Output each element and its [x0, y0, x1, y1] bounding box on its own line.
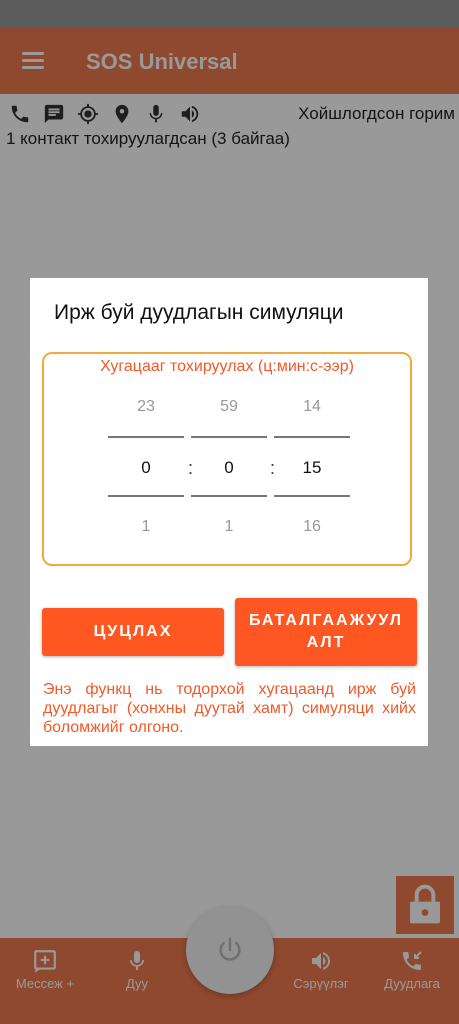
confirm-button[interactable]: БАТАЛГААЖУУЛАЛТ — [235, 598, 417, 666]
hours-value[interactable]: 0 — [108, 458, 184, 478]
seconds-value[interactable]: 15 — [274, 458, 350, 478]
dialog-description: Энэ функц нь тодорхой хугацаанд ирж буй … — [43, 681, 416, 736]
minutes-prev[interactable]: 59 — [191, 398, 267, 416]
dialog-title: Ирж буй дуудлагын симуляци — [54, 301, 344, 324]
seconds-prev[interactable]: 14 — [274, 398, 350, 416]
hours-prev[interactable]: 23 — [108, 398, 184, 416]
time-picker: Хугацааг тохируулах (ц:мин:с-ээр) 23 0 1… — [42, 352, 412, 566]
hours-next[interactable]: 1 — [108, 518, 184, 536]
cancel-button[interactable]: ЦУЦЛАХ — [42, 608, 224, 656]
status-bar — [0, 0, 459, 28]
minutes-value[interactable]: 0 — [191, 458, 267, 478]
seconds-next[interactable]: 16 — [274, 518, 350, 536]
simulated-call-dialog: Ирж буй дуудлагын симуляци Хугацааг тохи… — [30, 278, 428, 746]
picker-label: Хугацааг тохируулах (ц:мин:с-ээр) — [100, 358, 354, 375]
minutes-next[interactable]: 1 — [191, 518, 267, 536]
